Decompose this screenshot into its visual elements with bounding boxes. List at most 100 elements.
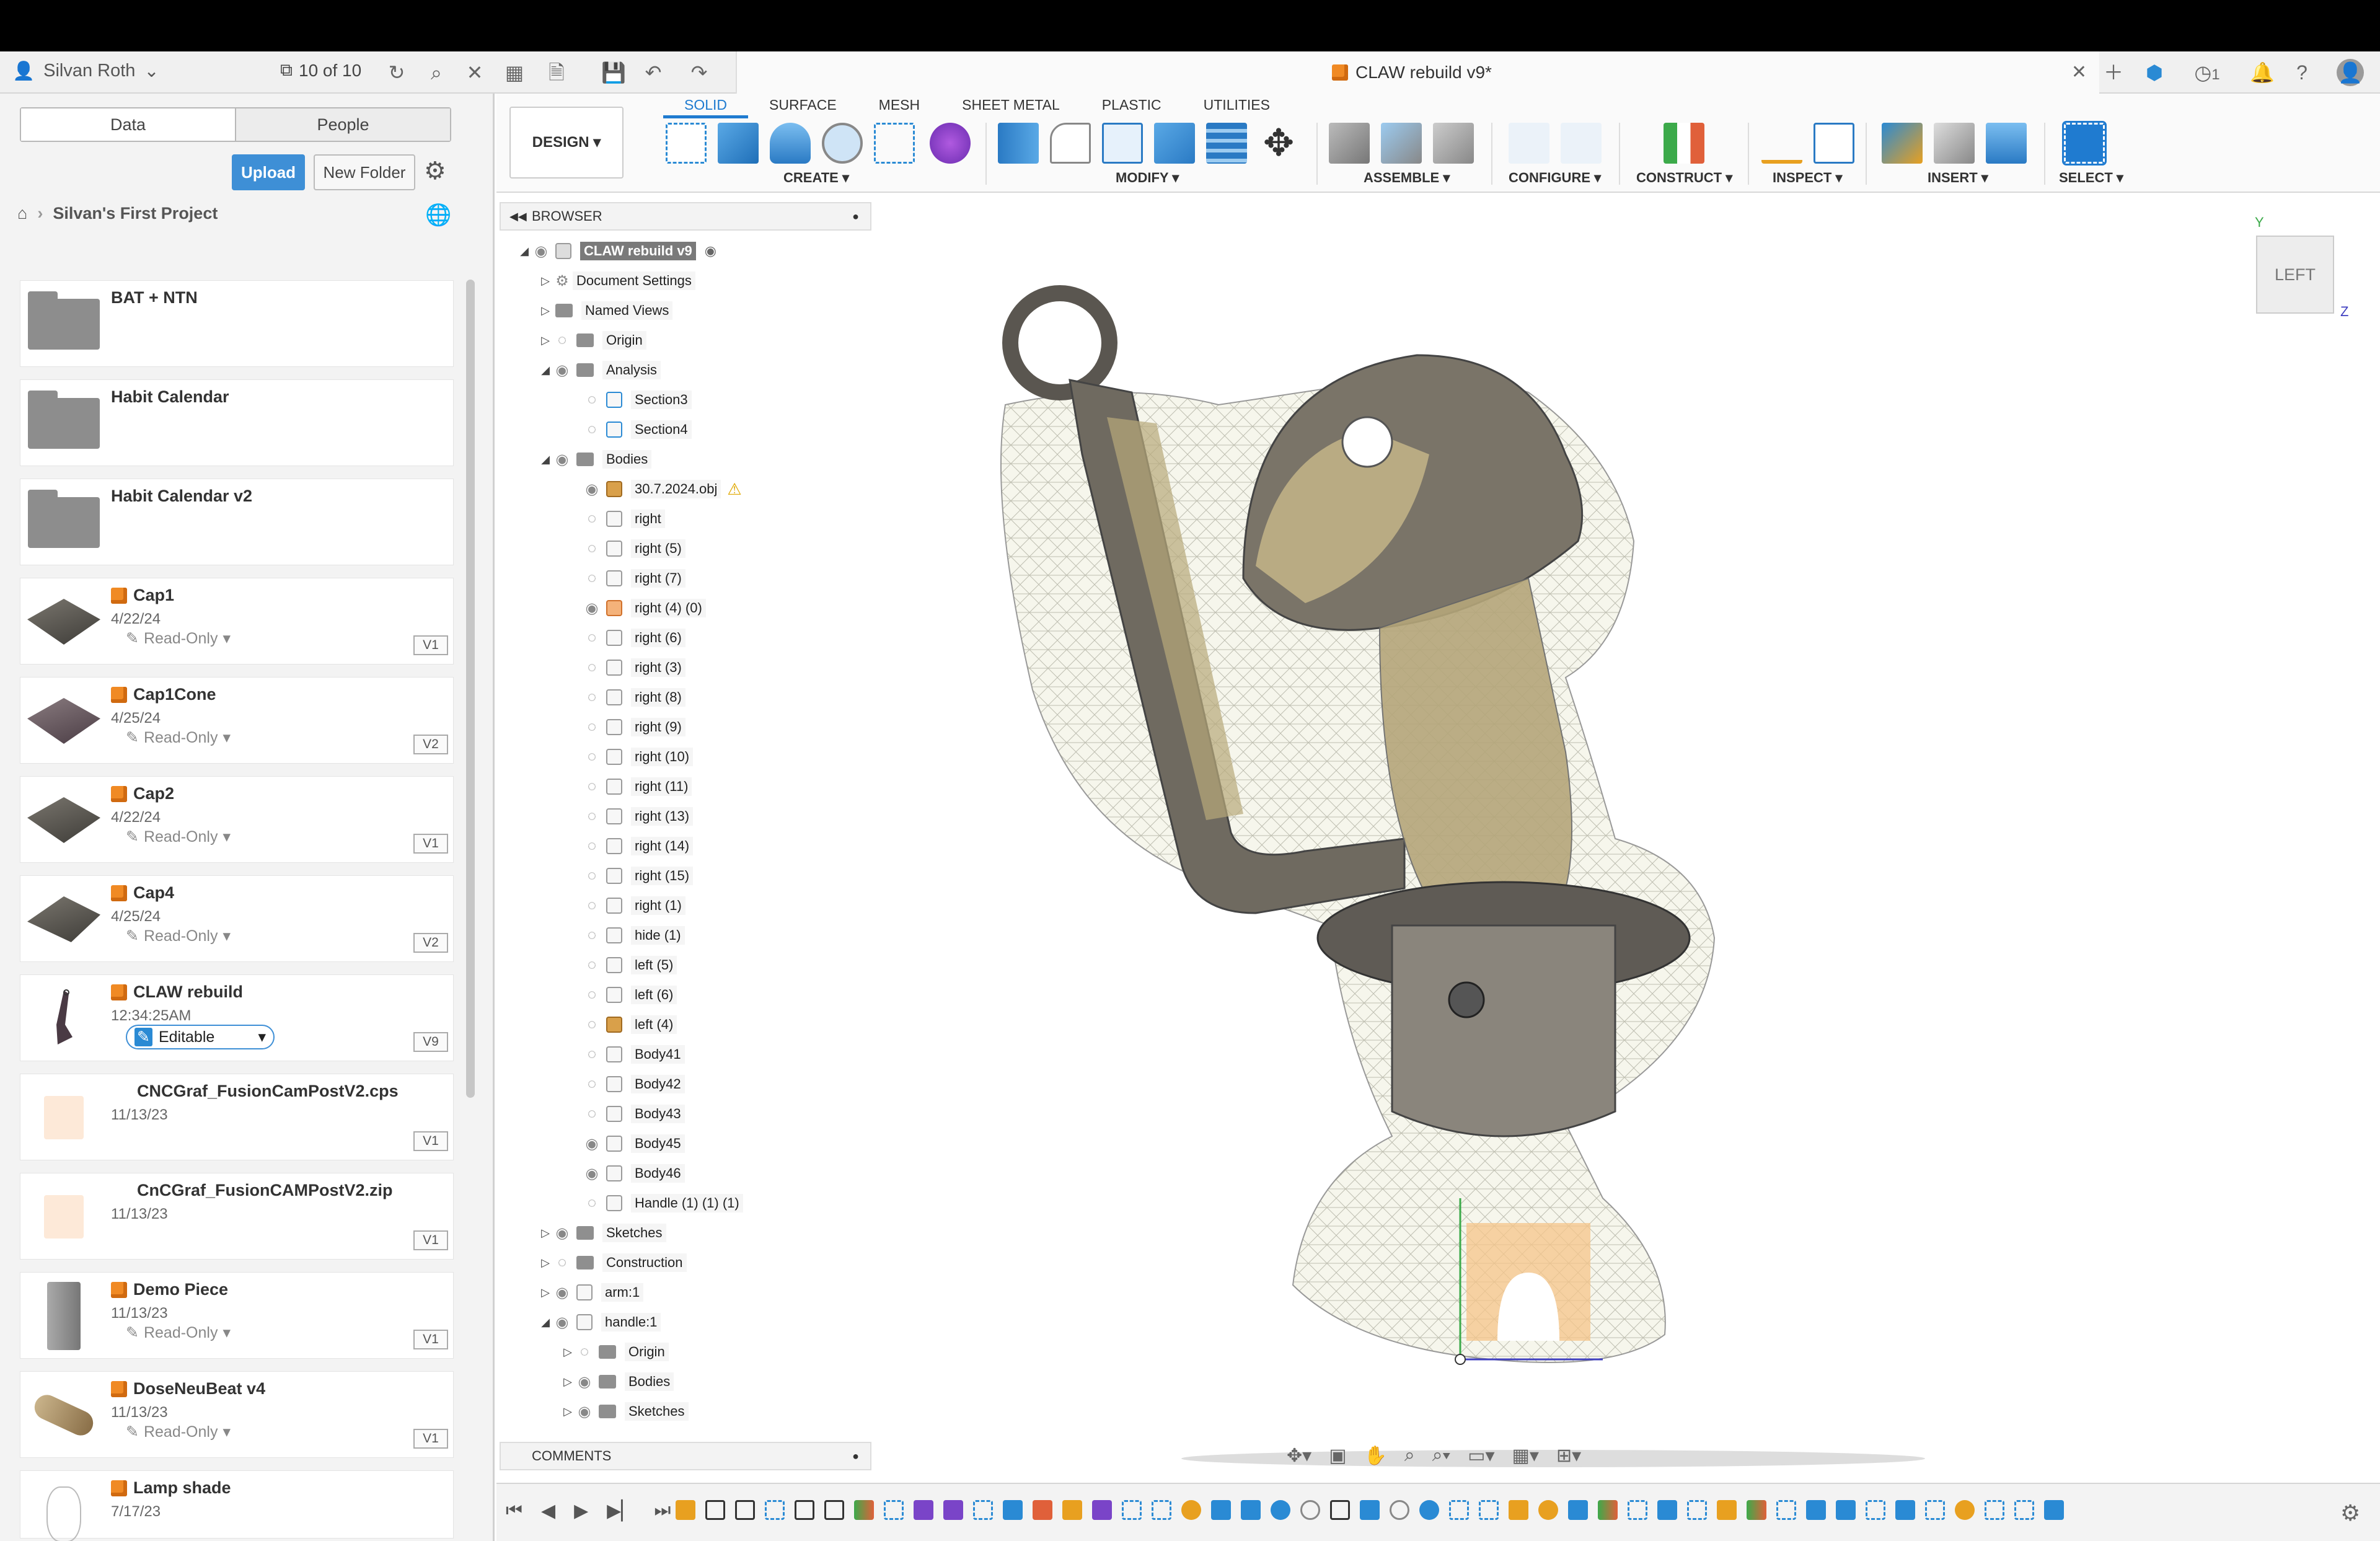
pattern-icon[interactable]: [874, 123, 915, 164]
timeline-settings-gear-icon[interactable]: ⚙: [2340, 1500, 2360, 1526]
tree-item[interactable]: ▷ ◌ Origin: [562, 1338, 669, 1366]
tab-utilities[interactable]: UTILITIES: [1183, 94, 1291, 118]
notifications-icon[interactable]: 🔔: [2250, 61, 2275, 84]
play-icon[interactable]: ▶: [574, 1500, 588, 1522]
tree-item[interactable]: ▷ ◉ Sketches: [539, 1219, 666, 1247]
timeline-feature[interactable]: [1211, 1500, 1231, 1520]
tree-item[interactable]: ◉ Body45: [581, 1129, 685, 1158]
list-item[interactable]: BAT + NTN: [20, 280, 454, 367]
tree-item[interactable]: ◌ Handle (1) (1) (1): [581, 1189, 743, 1217]
tree-item[interactable]: ◌ right (14): [581, 832, 694, 860]
eye-hidden-icon[interactable]: ◌: [581, 510, 602, 528]
list-item[interactable]: Cap4 4/25/24 ✎ Read-Only ▾ V2: [20, 875, 454, 962]
extensions-icon[interactable]: ⬢: [2143, 61, 2166, 84]
timeline-feature[interactable]: [1033, 1500, 1052, 1520]
tree-item[interactable]: ◢ ◉ Analysis: [539, 356, 661, 384]
eye-icon[interactable]: ◉: [552, 1224, 573, 1242]
eye-hidden-icon[interactable]: ◌: [552, 332, 573, 349]
eye-hidden-icon[interactable]: ◌: [581, 778, 602, 795]
read-only-dropdown[interactable]: ✎ Read-Only ▾: [126, 629, 231, 648]
timeline-feature[interactable]: [676, 1500, 695, 1520]
tree-item[interactable]: ▷ ◌ Construction: [539, 1248, 687, 1277]
timeline-feature[interactable]: [2044, 1500, 2064, 1520]
timeline-feature[interactable]: [1866, 1500, 1885, 1520]
job-status[interactable]: ◷1: [2185, 61, 2229, 84]
tree-item[interactable]: ◢ ◉ handle:1: [539, 1308, 661, 1336]
construct-menu[interactable]: CONSTRUCT ▾: [1636, 170, 1732, 186]
eye-hidden-icon[interactable]: ◌: [552, 1254, 573, 1271]
tree-item[interactable]: ◌ right (5): [581, 534, 685, 563]
triangle-right-icon[interactable]: ▷: [539, 1286, 552, 1299]
version-counter[interactable]: ⧉ 10 of 10: [280, 60, 361, 81]
search-icon[interactable]: ⌕: [425, 61, 447, 84]
step-back-icon[interactable]: ◀: [541, 1500, 555, 1522]
plane-icon[interactable]: [1664, 123, 1704, 164]
tab-plastic[interactable]: PLASTIC: [1081, 94, 1183, 118]
user-menu[interactable]: 👤 Silvan Roth ⌄: [12, 60, 159, 82]
eye-hidden-icon[interactable]: ◌: [581, 629, 602, 647]
eye-icon[interactable]: ◉: [552, 1314, 573, 1331]
triangle-down-icon[interactable]: ◢: [539, 1316, 552, 1329]
create-menu[interactable]: CREATE ▾: [783, 170, 849, 186]
triangle-down-icon[interactable]: ◢: [539, 364, 552, 377]
help-icon[interactable]: ?: [2291, 61, 2313, 84]
measure-icon[interactable]: [1761, 123, 1802, 164]
pan-icon[interactable]: ✋: [1364, 1445, 1387, 1467]
timeline-feature[interactable]: [824, 1500, 844, 1520]
tree-item[interactable]: ◌ right (13): [581, 802, 694, 831]
triangle-down-icon[interactable]: ◢: [539, 453, 552, 466]
hole-icon[interactable]: [822, 123, 863, 164]
eye-hidden-icon[interactable]: ◌: [581, 1194, 602, 1212]
tree-item[interactable]: ◌ Section4: [581, 415, 692, 444]
timeline-feature[interactable]: [705, 1500, 725, 1520]
eye-icon[interactable]: ◉: [552, 361, 573, 379]
grid-icon[interactable]: ▦: [503, 61, 526, 84]
insert-menu[interactable]: INSERT ▾: [1928, 170, 1988, 186]
eye-hidden-icon[interactable]: ◌: [581, 659, 602, 676]
timeline-feature[interactable]: [1717, 1500, 1737, 1520]
scrollbar[interactable]: [466, 280, 475, 1098]
activate-icon[interactable]: ◉: [705, 243, 716, 259]
editable-dropdown[interactable]: ✎ Editable ▾: [126, 1025, 275, 1049]
tree-item[interactable]: ◌ right (8): [581, 683, 685, 712]
eye-hidden-icon[interactable]: ◌: [581, 1105, 602, 1123]
create-sketch-icon[interactable]: [666, 123, 707, 164]
eye-icon[interactable]: ◉: [581, 599, 602, 617]
refresh-icon[interactable]: ↻: [386, 61, 408, 84]
version-badge[interactable]: V9: [413, 1032, 448, 1052]
viewports-icon[interactable]: ⊞▾: [1556, 1445, 1581, 1467]
list-item[interactable]: Cap2 4/22/24 ✎ Read-Only ▾ V1: [20, 776, 454, 863]
document-tab[interactable]: CLAW rebuild v9* ✕: [736, 51, 2099, 94]
avatar[interactable]: 👤: [2337, 59, 2364, 86]
timeline-feature[interactable]: [1985, 1500, 2004, 1520]
comments-panel[interactable]: COMMENTS ●: [500, 1442, 871, 1470]
tree-item[interactable]: ◌ right (7): [581, 564, 685, 593]
list-item[interactable]: Habit Calendar v2: [20, 479, 454, 565]
tree-item[interactable]: ◌ right (6): [581, 624, 685, 652]
timeline-feature[interactable]: [1479, 1500, 1499, 1520]
timeline-feature[interactable]: [1538, 1500, 1558, 1520]
select-menu[interactable]: SELECT ▾: [2059, 170, 2123, 186]
read-only-dropdown[interactable]: ✎ Read-Only ▾: [126, 927, 231, 945]
triangle-right-icon[interactable]: ▷: [539, 1227, 552, 1240]
read-only-dropdown[interactable]: ✎ Read-Only ▾: [126, 728, 231, 747]
tree-item[interactable]: ▷ ⚙ Document Settings: [539, 267, 695, 295]
timeline-feature[interactable]: [1152, 1500, 1171, 1520]
tree-root[interactable]: ◢ ◉ CLAW rebuild v9 ◉: [518, 237, 716, 265]
modify-menu[interactable]: MODIFY ▾: [1116, 170, 1179, 186]
shell-icon[interactable]: [1102, 123, 1143, 164]
eye-icon[interactable]: ◉: [581, 1165, 602, 1183]
eye-hidden-icon[interactable]: ◌: [581, 689, 602, 706]
as-built-joint-icon[interactable]: [1433, 123, 1474, 164]
timeline-feature[interactable]: [1092, 1500, 1112, 1520]
eye-hidden-icon[interactable]: ◌: [581, 1016, 602, 1033]
tab-data[interactable]: Data: [21, 108, 236, 141]
version-badge[interactable]: V1: [413, 834, 448, 854]
configure-icon[interactable]: [1509, 123, 1549, 164]
fit-icon[interactable]: ⌕▾: [1432, 1445, 1450, 1466]
tree-item[interactable]: ◌ right (10): [581, 743, 694, 771]
redo-icon[interactable]: ↷: [688, 61, 710, 84]
timeline-feature[interactable]: [1657, 1500, 1677, 1520]
revolve-icon[interactable]: [770, 123, 811, 164]
tab-mesh[interactable]: MESH: [858, 94, 941, 118]
